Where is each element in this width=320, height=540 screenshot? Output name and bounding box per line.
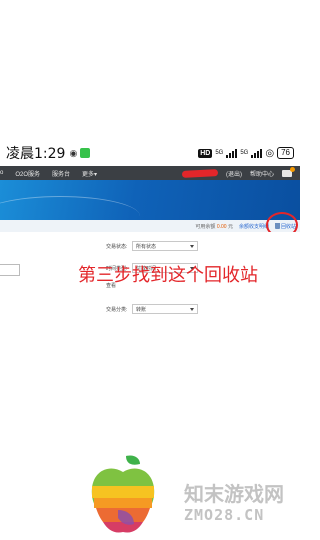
network-label-2: 5G bbox=[240, 150, 249, 156]
balance-amount: 0.00 bbox=[216, 223, 227, 230]
signal-icon-2 bbox=[251, 148, 263, 158]
app-notification-icon bbox=[80, 148, 91, 158]
filter-row-category: 交易分类: 转账 bbox=[106, 304, 198, 314]
signal-icon bbox=[226, 148, 238, 158]
filter-row-status: 交易状态: 所有状态 bbox=[106, 241, 198, 251]
chevron-down-icon bbox=[190, 307, 194, 311]
balance-label: 可用余额 0.00 元 bbox=[195, 223, 233, 230]
left-search-input[interactable] bbox=[0, 264, 20, 276]
chevron-down-icon bbox=[190, 244, 194, 248]
instruction-annotation: 第三步找到这个回收站 bbox=[78, 265, 258, 286]
network-label-1: 5G bbox=[215, 150, 224, 156]
help-center-link[interactable]: 帮助中心 bbox=[250, 169, 274, 178]
filter-panel: 交易状态: 所有状态 时间类型: 付款时间 查看 交易分类: 转账 bbox=[0, 232, 300, 345]
screenshot-frame: 凌晨1:29 ◉ HD 5G 5G ◎ 76 o O2O服务 服务台 更多▾ (… bbox=[0, 140, 300, 345]
watermark-brand-en: ZMO28.CN bbox=[184, 506, 265, 524]
status-bar: 凌晨1:29 ◉ HD 5G 5G ◎ 76 bbox=[0, 140, 300, 166]
status-right-icons: HD 5G 5G ◎ 76 bbox=[198, 147, 294, 159]
nav-item-0[interactable]: o bbox=[0, 170, 3, 176]
battery-icon: 76 bbox=[277, 147, 294, 159]
nav-item-more[interactable]: 更多▾ bbox=[82, 169, 97, 178]
hd-icon: HD bbox=[198, 148, 213, 158]
watermark-logo: 知末游戏网 ZMO28.CN bbox=[88, 448, 300, 540]
hotspot-icon: ◎ bbox=[265, 147, 275, 159]
watermark-brand-cn: 知末游戏网 bbox=[184, 482, 284, 506]
redacted-username bbox=[181, 168, 219, 178]
message-badge bbox=[290, 166, 295, 172]
header-banner bbox=[0, 180, 300, 220]
balance-details-link[interactable]: 余额收支明细 bbox=[239, 223, 269, 230]
nav-item-o2o[interactable]: O2O服务 bbox=[15, 169, 40, 178]
category-label: 交易分类: bbox=[106, 306, 128, 313]
message-icon[interactable] bbox=[282, 166, 295, 177]
penguin-icon: ◉ bbox=[69, 147, 78, 158]
status-select[interactable]: 所有状态 bbox=[132, 241, 198, 251]
recycle-bin-link[interactable]: 回收站 bbox=[265, 211, 298, 238]
top-navigation: o O2O服务 服务台 更多▾ (退出) 帮助中心 bbox=[0, 166, 300, 180]
banner-decoration bbox=[0, 196, 140, 220]
balance-bar: 可用余额 0.00 元 余额收支明细 回收站 bbox=[0, 211, 300, 238]
nav-item-service-desk[interactable]: 服务台 bbox=[52, 169, 70, 178]
logout-link[interactable]: (退出) bbox=[226, 169, 242, 178]
status-filter-label: 交易状态: bbox=[106, 243, 128, 250]
status-time: 凌晨1:29 bbox=[6, 146, 66, 162]
category-select[interactable]: 转账 bbox=[132, 304, 198, 314]
apple-logo-icon bbox=[91, 455, 155, 533]
